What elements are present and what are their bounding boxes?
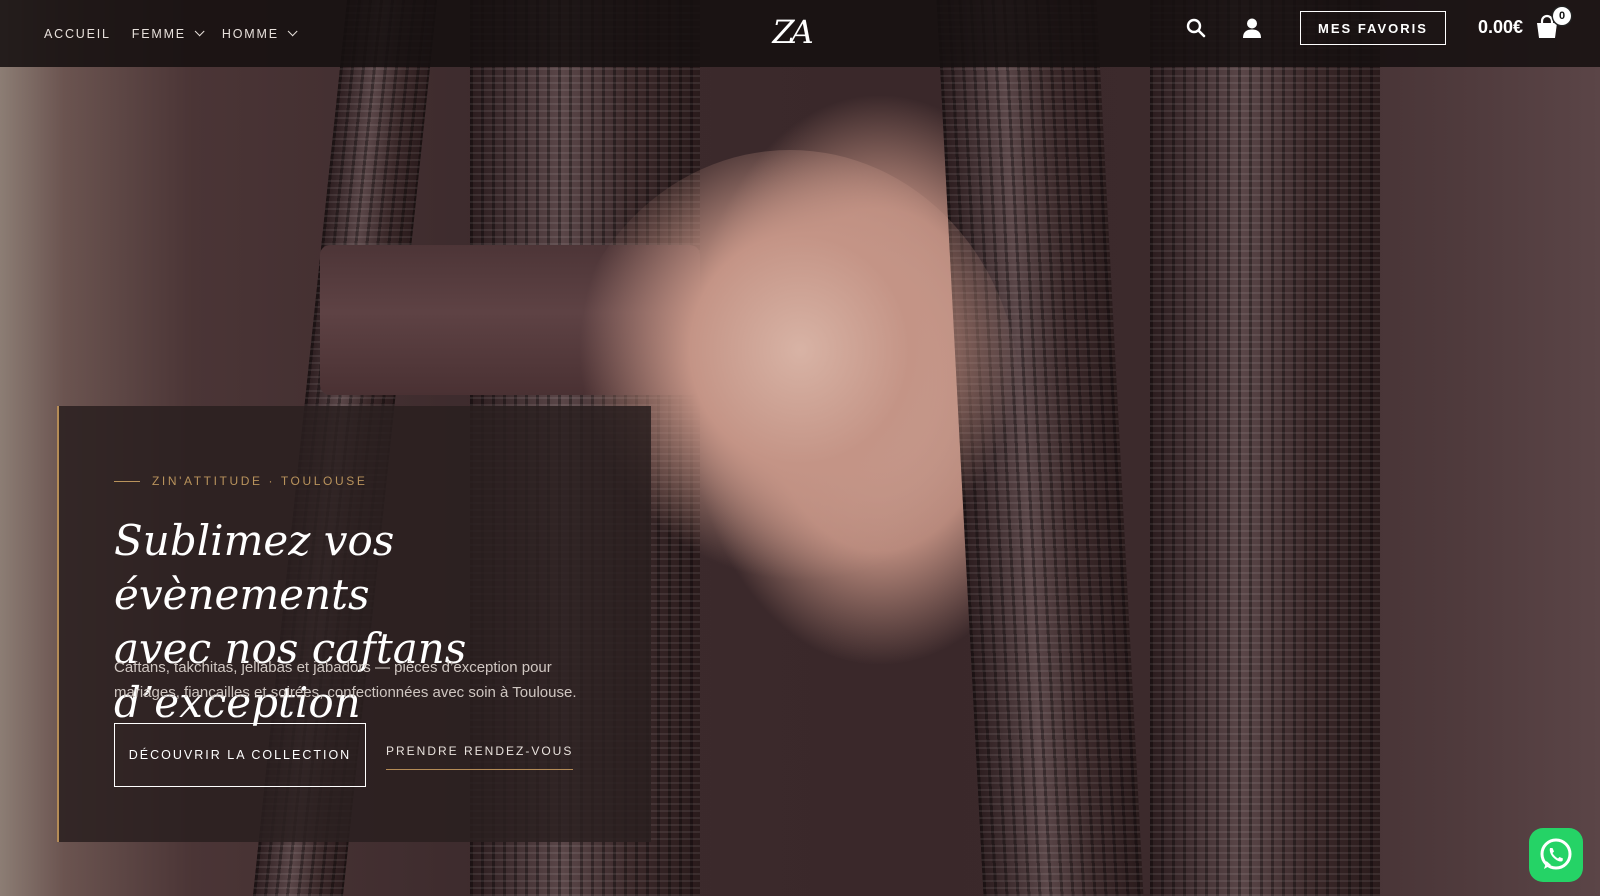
discover-collection-button[interactable]: DÉCOUVRIR LA COLLECTION: [114, 723, 366, 787]
nav-item-accueil[interactable]: ACCUEIL: [44, 27, 111, 41]
hero-eyebrow: ZIN'ATTITUDE · TOULOUSE: [114, 474, 367, 488]
book-appointment-link[interactable]: PRENDRE RENDEZ-VOUS: [386, 744, 574, 770]
chevron-down-icon: [194, 26, 205, 37]
nav-item-label: HOMME: [221, 26, 279, 41]
nav-item-label: ACCUEIL: [44, 26, 111, 41]
embroidery-band: [1150, 0, 1380, 896]
nav-item-femme[interactable]: FEMME: [131, 26, 205, 41]
search-icon[interactable]: [1185, 17, 1207, 39]
brand-logo[interactable]: ZA: [766, 10, 816, 54]
whatsapp-icon[interactable]: [1529, 828, 1583, 882]
eyebrow-divider: [114, 480, 140, 482]
hero-description: Caftans, takchitas, jellabas et jabadors…: [114, 659, 577, 701]
cart-total[interactable]: 0.00€: [1478, 17, 1523, 38]
cart-count-badge: 0: [1553, 7, 1571, 25]
nav-item-label: FEMME: [131, 26, 186, 41]
main-menu: ACCUEIL FEMME HOMME: [44, 0, 315, 67]
hero-card: ZIN'ATTITUDE · TOULOUSE Sublimez vos évè…: [57, 406, 651, 842]
nav-item-homme[interactable]: HOMME: [221, 26, 298, 41]
favorites-button[interactable]: MES FAVORIS: [1300, 11, 1446, 45]
eyebrow-text: ZIN'ATTITUDE · TOULOUSE: [152, 474, 368, 488]
chevron-down-icon: [287, 26, 298, 37]
headline-line-1: Sublimez vos évènements: [114, 516, 395, 619]
user-icon[interactable]: [1241, 17, 1263, 39]
top-navigation-bar: ACCUEIL FEMME HOMME ZA MES FAVORIS 0.00€…: [0, 0, 1600, 67]
